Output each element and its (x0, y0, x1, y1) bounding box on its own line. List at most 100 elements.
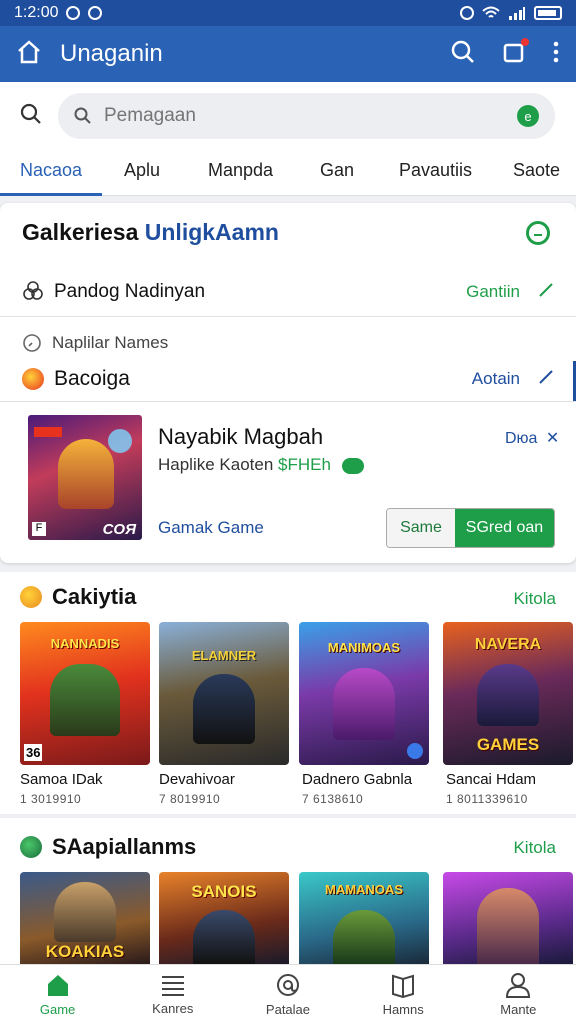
featured-price: $FHEh (278, 455, 331, 474)
character-figure (54, 882, 116, 942)
row-link[interactable]: Gantiin (466, 282, 520, 302)
tile-name[interactable]: Devahivoar (159, 771, 235, 788)
install-button[interactable]: Same SGred oan (386, 508, 555, 548)
game-tile[interactable]: MANIMOAS (299, 622, 429, 765)
featured-tag-label: Dюa (505, 430, 538, 447)
game-tile[interactable]: KOAKIAS (20, 872, 150, 964)
featured-badge (341, 457, 364, 474)
tile-art-subtitle: GAMES (476, 735, 540, 754)
tile-name[interactable]: Samoa IDak (20, 771, 103, 788)
row-label: Pandog Nadinyan (54, 281, 206, 302)
tile-count: 1 3019910 (20, 792, 82, 806)
clock-icon (23, 334, 41, 352)
tile-art-text: MANIMOAS (327, 640, 401, 655)
card-row-1[interactable]: Pandog Nadinyan Gantiin (0, 275, 576, 309)
badge-icon (20, 836, 42, 858)
battery-icon (534, 6, 562, 20)
nav-label: Game (39, 1002, 76, 1017)
tile-name[interactable]: Dadnero Gabnla (302, 771, 412, 788)
game-tile[interactable]: MAMANOAS (299, 872, 429, 964)
row-label: Bacoiga (54, 367, 130, 390)
nav-hamns[interactable]: Hamns (346, 965, 461, 1024)
game-tile[interactable]: NAVERA GAMES (443, 622, 573, 765)
signal-icon (509, 7, 525, 20)
install-button-secondary[interactable]: Same (387, 509, 455, 547)
card-title-accent: UnligkAamn (144, 219, 279, 245)
section-more-link[interactable]: Kitola (513, 838, 556, 858)
tab-pavautiis[interactable]: Pavautiis (399, 160, 472, 181)
search-input[interactable] (104, 105, 517, 127)
search-icon[interactable] (450, 39, 476, 70)
edit-icon[interactable] (538, 282, 554, 303)
featured-category[interactable]: Gamak Game (158, 518, 264, 538)
alarm-icon (460, 6, 474, 20)
notification-icon-2 (88, 6, 103, 20)
tile-count: 7 6138610 (302, 792, 364, 806)
card-title: Galkeriesa UnligkAamn (22, 219, 279, 246)
tab-saote[interactable]: Saote (513, 160, 560, 181)
tile-art-text: SANOIS (191, 882, 257, 901)
notification-bell-icon[interactable] (502, 37, 529, 69)
featured-tag[interactable]: Dюa ✕ (505, 428, 559, 448)
divider (0, 401, 576, 402)
featured-developer: Haplike Kaoten (158, 455, 274, 474)
tile-art-text: NAVERA (474, 636, 542, 653)
home-icon (47, 975, 68, 996)
divider (0, 316, 576, 317)
list-icon (161, 976, 184, 996)
nav-game[interactable]: Game (0, 965, 115, 1024)
close-icon[interactable]: ✕ (546, 430, 559, 447)
search-row: e (0, 82, 576, 150)
game-logo-icon (22, 368, 44, 390)
game-tile[interactable] (443, 872, 573, 964)
tab-nacaoa[interactable]: Nacaoa (20, 160, 82, 181)
book-icon (392, 974, 415, 998)
tile-art-text: ELAMNER (191, 648, 257, 663)
tile-count: 1 8011339610 (446, 792, 528, 806)
game-tile[interactable]: SANOIS (159, 872, 289, 964)
section-header: Cakiytia (20, 584, 136, 610)
chat-icon[interactable] (526, 221, 550, 245)
search-icon (74, 107, 91, 124)
edit-icon[interactable] (538, 369, 554, 390)
install-button-primary[interactable]: SGred oan (455, 509, 554, 547)
card-row-2[interactable]: Naplilar Names (0, 329, 576, 357)
tab-aplu[interactable]: Aplu (124, 160, 160, 181)
mic-icon[interactable]: e (517, 105, 539, 127)
tile-name[interactable]: Sancai Hdam (446, 771, 536, 788)
search-icon[interactable] (20, 103, 42, 130)
card-title-main: Galkeriesa (22, 219, 139, 245)
game-tile[interactable]: NANNADIS 36 (20, 622, 150, 765)
rating-badge: 36 (24, 744, 43, 761)
character-figure (193, 910, 255, 964)
nav-mante[interactable]: Mante (461, 965, 576, 1024)
tab-gan[interactable]: Gan (320, 160, 354, 181)
section-title: SAapiallanms (52, 834, 197, 859)
row-link[interactable]: Aotain (472, 369, 520, 389)
glow-effect (108, 429, 132, 453)
character-figure (333, 668, 395, 740)
featured-game-art[interactable]: F COЯ (28, 415, 142, 540)
settings-icon (23, 281, 43, 300)
character-figure (477, 888, 539, 964)
character-figure (193, 674, 255, 744)
smiley-icon (20, 586, 42, 608)
notification-icon (66, 6, 81, 20)
nav-kanres[interactable]: Kanres (115, 965, 230, 1024)
card-row-3[interactable]: Bacoiga Aotain (0, 361, 576, 397)
status-time: 1:2:00 (14, 4, 59, 21)
game-tile[interactable]: ELAMNER (159, 622, 289, 765)
nav-label: Kanres (152, 1001, 194, 1016)
status-bar: 1:2:00 (0, 0, 576, 26)
section-more-link[interactable]: Kitola (513, 589, 556, 609)
nav-label: Mante (500, 1002, 537, 1017)
home-icon[interactable] (16, 39, 42, 70)
search-bar[interactable]: e (58, 93, 555, 139)
featured-title[interactable]: Nayabik Magbah (158, 424, 323, 450)
category-tabs: Nacaoa Aplu Manpda Gan Pavautiis Saote (0, 150, 576, 196)
tab-manpda[interactable]: Manpda (208, 160, 273, 181)
tile-art-text: MAMANOAS (325, 882, 403, 897)
character-figure (333, 910, 395, 964)
nav-patalae[interactable]: Patalae (230, 965, 345, 1024)
more-options-icon[interactable] (552, 41, 560, 68)
